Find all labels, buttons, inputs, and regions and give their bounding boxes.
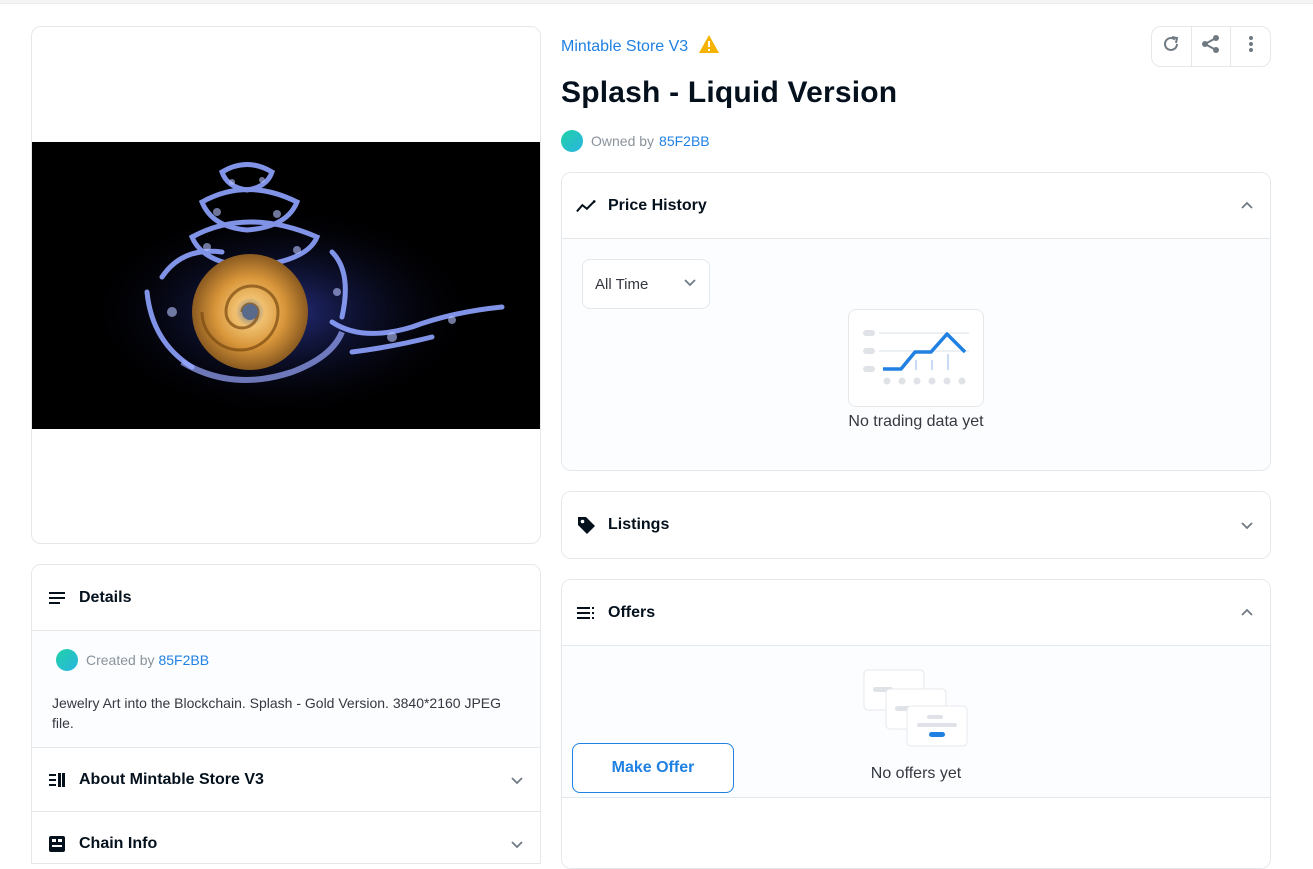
listings-title: Listings (608, 516, 670, 533)
details-icon (47, 588, 67, 608)
warning-icon[interactable] (698, 34, 720, 59)
creator-link[interactable]: 85F2BB (158, 652, 209, 668)
chain-info-header[interactable]: Chain Info (32, 812, 540, 863)
details-title: Details (79, 588, 132, 606)
trend-icon (576, 196, 596, 216)
no-data-illustration (848, 309, 984, 407)
chain-info-title: Chain Info (79, 834, 158, 852)
price-history-title: Price History (608, 196, 707, 214)
no-offers-illustration (863, 669, 969, 754)
offers-header[interactable]: Offers (562, 580, 1270, 646)
top-bar (0, 0, 1313, 4)
details-header[interactable]: Details (32, 565, 540, 631)
owner-link[interactable]: 85F2BB (659, 133, 710, 149)
created-by-row: Created by 85F2BB (56, 649, 520, 671)
created-by-label: Created by (86, 652, 155, 668)
creator-avatar[interactable] (56, 649, 78, 671)
price-history-header[interactable]: Price History (562, 173, 1270, 239)
item-description: Jewelry Art into the Blockchain. Splash … (52, 695, 502, 731)
time-range-value: All Time (595, 275, 649, 293)
collection-row: Mintable Store V3 (561, 34, 720, 59)
owned-by-label: Owned by (591, 133, 655, 149)
more-icon (1248, 35, 1254, 58)
about-collection-header[interactable]: About Mintable Store V3 (32, 748, 540, 812)
chevron-up-icon[interactable] (1239, 605, 1255, 621)
share-button[interactable] (1192, 27, 1232, 66)
chevron-down-icon[interactable] (1239, 517, 1255, 533)
chevron-up-icon[interactable] (1239, 198, 1255, 214)
chevron-down-icon[interactable] (509, 772, 525, 788)
item-title: Splash - Liquid Version (561, 76, 898, 109)
refresh-button[interactable] (1152, 27, 1192, 66)
no-trading-data-text: No trading data yet (848, 413, 984, 430)
details-panel: Details Created by 85F2BB Jewelry Art in… (31, 564, 541, 864)
chevron-down-icon[interactable] (509, 836, 525, 852)
listings-header[interactable]: Listings (562, 492, 1270, 558)
chevron-down-icon (683, 275, 697, 293)
nft-image[interactable] (32, 142, 540, 429)
more-button[interactable] (1231, 27, 1270, 66)
listings-panel: Listings (561, 491, 1271, 559)
item-actions (1151, 26, 1271, 67)
time-range-select[interactable]: All Time (582, 259, 710, 309)
price-history-body: All Time No trading data yet (562, 239, 1270, 470)
share-icon (1201, 34, 1221, 59)
media-card (31, 26, 541, 544)
price-history-panel: Price History All Time No trading data y… (561, 172, 1271, 471)
refresh-icon (1162, 35, 1180, 58)
collection-link[interactable]: Mintable Store V3 (561, 38, 688, 56)
owner-row: Owned by 85F2BB (561, 130, 710, 152)
offers-title: Offers (608, 603, 656, 621)
offers-panel: Offers No offers yet Make Offer (561, 579, 1271, 869)
offers-list-icon (576, 603, 596, 623)
about-icon (47, 770, 67, 790)
no-offers-text: No offers yet (870, 765, 962, 782)
details-body: Created by 85F2BB Jewelry Art into the B… (32, 631, 540, 748)
tag-icon (576, 515, 596, 535)
owner-avatar[interactable] (561, 130, 583, 152)
about-collection-title: About Mintable Store V3 (79, 770, 264, 788)
make-offer-button[interactable]: Make Offer (572, 743, 734, 793)
